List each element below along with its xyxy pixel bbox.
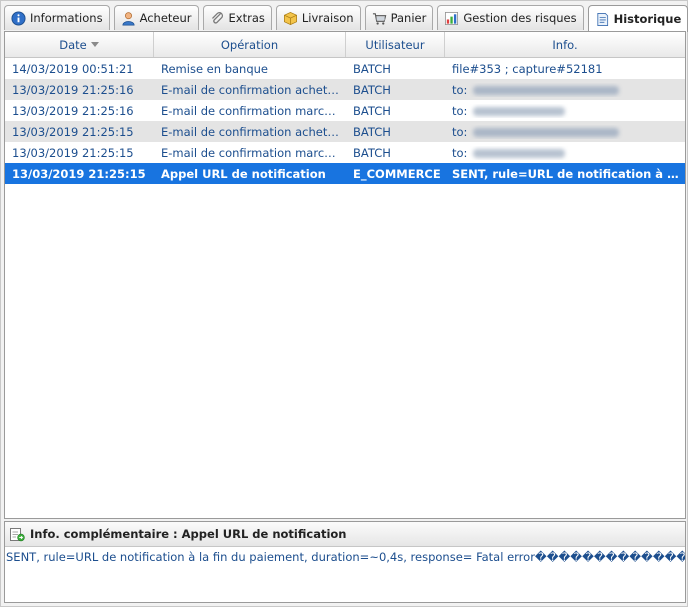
column-header-info[interactable]: Info. — [445, 32, 685, 57]
tab-label: Panier — [390, 11, 427, 25]
grid-header: Date Opération Utilisateur Info. — [5, 32, 685, 58]
cell-user: BATCH — [353, 61, 391, 76]
risk-icon — [444, 11, 459, 26]
user-icon — [121, 11, 136, 26]
cell-info: to: — [445, 104, 685, 118]
cell-operation: E-mail de confirmation acheteur — [161, 82, 346, 97]
redacted-email — [473, 127, 620, 137]
cell-user: E_COMMERCE — [353, 166, 441, 181]
column-header-operation[interactable]: Opération — [154, 32, 346, 57]
info-icon — [11, 10, 26, 26]
column-header-date[interactable]: Date — [5, 32, 154, 57]
export-document-icon — [9, 526, 25, 542]
table-row[interactable]: 13/03/2019 21:25:16 E-mail de confirmati… — [5, 100, 685, 121]
cell-date: 13/03/2019 21:25:15 — [12, 124, 134, 139]
table-row[interactable]: 14/03/2019 00:51:21 Remise en banque BAT… — [5, 58, 685, 79]
cell-date: 14/03/2019 00:51:21 — [12, 61, 134, 76]
history-grid: Date Opération Utilisateur Info. 14/03/2… — [4, 31, 686, 519]
cell-operation: E-mail de confirmation marchand — [161, 145, 346, 160]
package-icon — [283, 11, 298, 26]
redacted-email — [473, 85, 620, 95]
redacted-email — [473, 106, 566, 116]
cell-date: 13/03/2019 21:25:15 — [12, 145, 134, 160]
history-icon — [595, 12, 610, 27]
tab-livraison[interactable]: Livraison — [275, 5, 361, 30]
tab-bar: Informations Acheteur Extras Livraison P… — [4, 5, 688, 32]
cell-operation: Appel URL de notification — [161, 166, 326, 181]
tab-historique[interactable]: Historique — [587, 5, 688, 32]
additional-info-title: Info. complémentaire : Appel URL de noti… — [30, 527, 347, 541]
table-row-selected[interactable]: 13/03/2019 21:25:15 Appel URL de notific… — [5, 163, 685, 184]
transaction-details-window: Informations Acheteur Extras Livraison P… — [0, 0, 688, 607]
cell-user: BATCH — [353, 145, 391, 160]
table-row[interactable]: 13/03/2019 21:25:15 E-mail de confirmati… — [5, 121, 685, 142]
cell-info: SENT, rule=URL de notification à la fin … — [452, 166, 685, 181]
additional-info-panel: Info. complémentaire : Appel URL de noti… — [4, 521, 686, 603]
cell-user: BATCH — [353, 124, 391, 139]
tab-label: Historique — [613, 12, 682, 26]
table-row[interactable]: 13/03/2019 21:25:15 E-mail de confirmati… — [5, 142, 685, 163]
tab-acheteur[interactable]: Acheteur — [113, 5, 199, 30]
cell-info: to: — [445, 146, 685, 160]
paperclip-icon — [210, 11, 225, 26]
cell-user: BATCH — [353, 82, 391, 97]
cell-info: to: — [445, 83, 685, 97]
tab-informations[interactable]: Informations — [4, 5, 110, 30]
tab-gestion-des-risques[interactable]: Gestion des risques — [437, 5, 584, 30]
cell-info: file#353 ; capture#52181 — [452, 61, 603, 76]
additional-info-text: SENT, rule=URL de notification à la fin … — [6, 550, 685, 564]
cell-user: BATCH — [353, 103, 391, 118]
cart-icon — [372, 11, 387, 26]
cell-operation: Remise en banque — [161, 61, 268, 76]
sort-descending-icon — [90, 42, 99, 47]
additional-info-header: Info. complémentaire : Appel URL de noti… — [5, 522, 685, 547]
tab-label: Informations — [30, 11, 103, 25]
cell-date: 13/03/2019 21:25:16 — [12, 82, 134, 97]
tab-panier[interactable]: Panier — [364, 5, 434, 30]
cell-date: 13/03/2019 21:25:15 — [12, 166, 146, 181]
redacted-email — [473, 148, 566, 158]
table-row[interactable]: 13/03/2019 21:25:16 E-mail de confirmati… — [5, 79, 685, 100]
tab-label: Livraison — [301, 11, 354, 25]
tab-extras[interactable]: Extras — [202, 5, 272, 30]
cell-operation: E-mail de confirmation acheteur — [161, 124, 346, 139]
column-header-utilisateur[interactable]: Utilisateur — [346, 32, 445, 57]
tab-label: Gestion des risques — [463, 11, 577, 25]
cell-operation: E-mail de confirmation marchand — [161, 103, 346, 118]
tab-label: Extras — [228, 11, 265, 25]
cell-info: to: — [445, 125, 685, 139]
grid-rows: 14/03/2019 00:51:21 Remise en banque BAT… — [5, 58, 685, 184]
tab-label: Acheteur — [139, 11, 192, 25]
cell-date: 13/03/2019 21:25:16 — [12, 103, 134, 118]
